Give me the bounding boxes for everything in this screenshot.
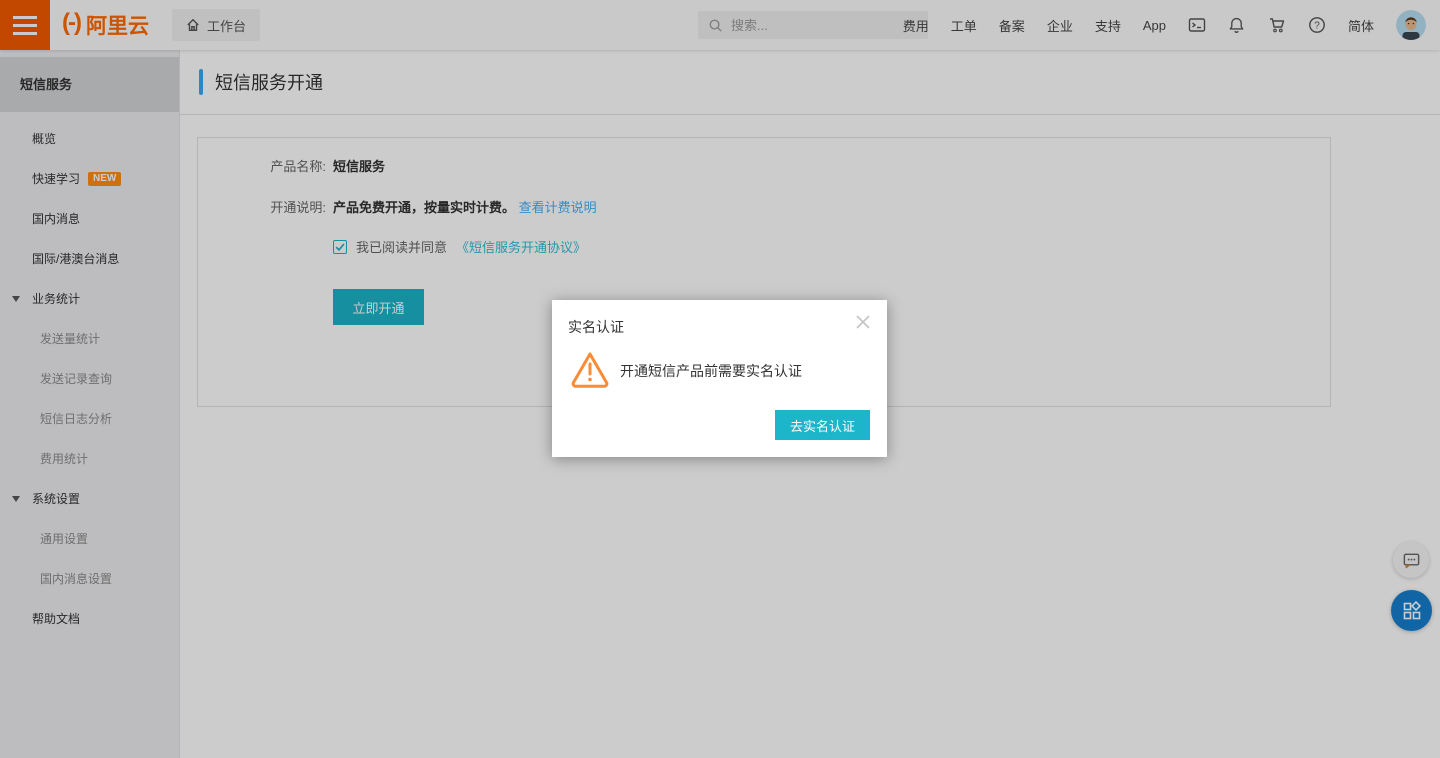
warning-icon <box>570 350 610 393</box>
modal-message: 开通短信产品前需要实名认证 <box>620 361 802 381</box>
real-name-verification-modal: 实名认证 开通短信产品前需要实名认证 去实名认证 <box>552 300 887 457</box>
go-verify-button[interactable]: 去实名认证 <box>775 410 870 440</box>
close-icon <box>855 314 871 330</box>
modal-title: 实名认证 <box>568 317 624 337</box>
modal-close-button[interactable] <box>851 310 875 334</box>
